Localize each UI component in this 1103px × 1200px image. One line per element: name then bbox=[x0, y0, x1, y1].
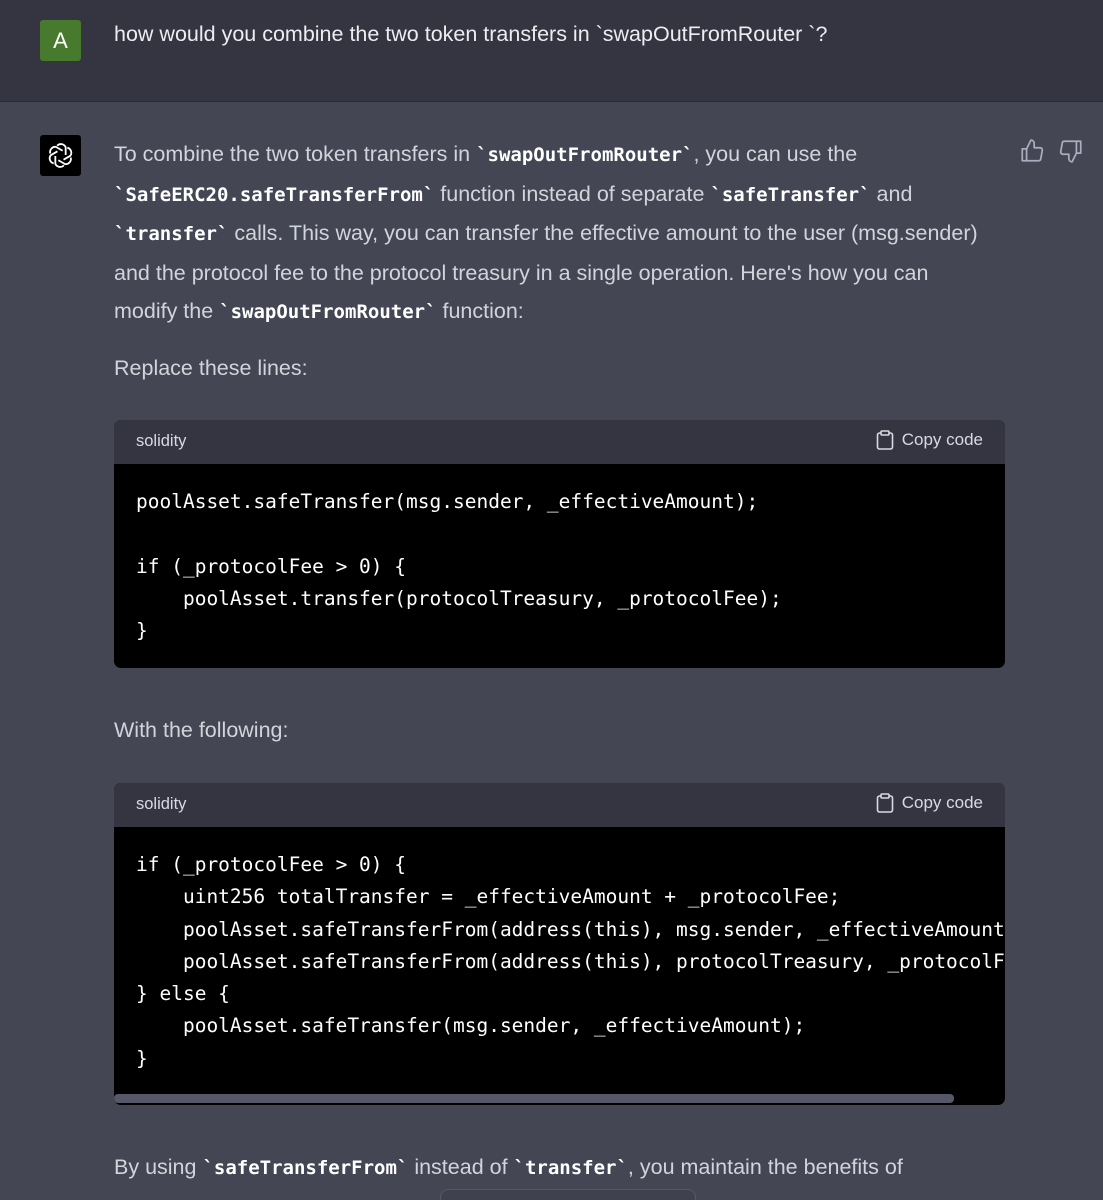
closing-text: By using `safeTransferFrom` instead of `… bbox=[114, 1155, 903, 1179]
code-content: if (_protocolFee > 0) { uint256 totalTra… bbox=[136, 853, 1005, 1070]
text-run: To combine the two token transfers in bbox=[114, 142, 477, 166]
inline-code: `safeTransfer` bbox=[710, 183, 871, 206]
copy-code-label: Copy code bbox=[901, 430, 983, 449]
assistant-avatar bbox=[40, 135, 81, 176]
intro-text: To combine the two token transfers in `s… bbox=[114, 135, 994, 332]
text-run: instead of bbox=[408, 1155, 514, 1179]
copy-code-button[interactable]: Copy code bbox=[876, 430, 983, 450]
openai-logo-icon bbox=[48, 143, 73, 168]
inline-code: `swapOutFromRouter` bbox=[476, 144, 694, 166]
code-block-header: solidity Copy code bbox=[114, 783, 1005, 827]
code-block-replacement: solidity Copy code if (_protocolFee > 0)… bbox=[114, 783, 1005, 1105]
copy-code-label: Copy code bbox=[901, 793, 983, 812]
assistant-paragraph-intro: To combine the two token transfers in `s… bbox=[114, 135, 994, 332]
text-run: , you maintain the benefits of bbox=[627, 1155, 903, 1179]
inline-code: `transfer` bbox=[114, 223, 229, 246]
inline-code: `safeTransferFrom` bbox=[202, 1157, 409, 1179]
thumbs-up-icon[interactable] bbox=[1019, 138, 1045, 164]
code-block-header: solidity Copy code bbox=[114, 420, 1005, 464]
text-run: and bbox=[870, 181, 913, 206]
text-run: function: bbox=[436, 299, 524, 324]
thumbs-down-icon[interactable] bbox=[1058, 138, 1084, 164]
code-language-label: solidity bbox=[136, 795, 187, 813]
inline-code: `SafeERC20.safeTransferFrom` bbox=[114, 183, 435, 206]
code-block-original: solidity Copy code poolAsset.safeTransfe… bbox=[114, 420, 1005, 668]
replace-lines-text: Replace these lines: bbox=[114, 356, 308, 380]
user-message-text: how would you combine the two token tran… bbox=[114, 22, 828, 46]
inline-code: `swapOutFromRouter` bbox=[219, 301, 437, 324]
text-run: , you can use the bbox=[693, 142, 858, 166]
clipboard-icon bbox=[876, 430, 894, 450]
code-language-label: solidity bbox=[136, 432, 187, 450]
text-run: function instead of separate bbox=[434, 181, 711, 206]
scroll-to-bottom-button[interactable] bbox=[440, 1189, 696, 1200]
horizontal-scrollbar[interactable] bbox=[114, 1094, 954, 1103]
inline-code: `transfer` bbox=[513, 1157, 628, 1179]
text-run: By using bbox=[114, 1155, 203, 1179]
user-avatar: A bbox=[40, 20, 81, 61]
copy-code-button[interactable]: Copy code bbox=[876, 793, 983, 813]
closing-paragraph: By using `safeTransferFrom` instead of `… bbox=[114, 1155, 903, 1180]
with-following-text: With the following: bbox=[114, 718, 289, 742]
user-message-row: A how would you combine the two token tr… bbox=[0, 0, 1103, 102]
code-content: poolAsset.safeTransfer(msg.sender, _effe… bbox=[136, 490, 782, 643]
clipboard-icon bbox=[876, 793, 894, 813]
